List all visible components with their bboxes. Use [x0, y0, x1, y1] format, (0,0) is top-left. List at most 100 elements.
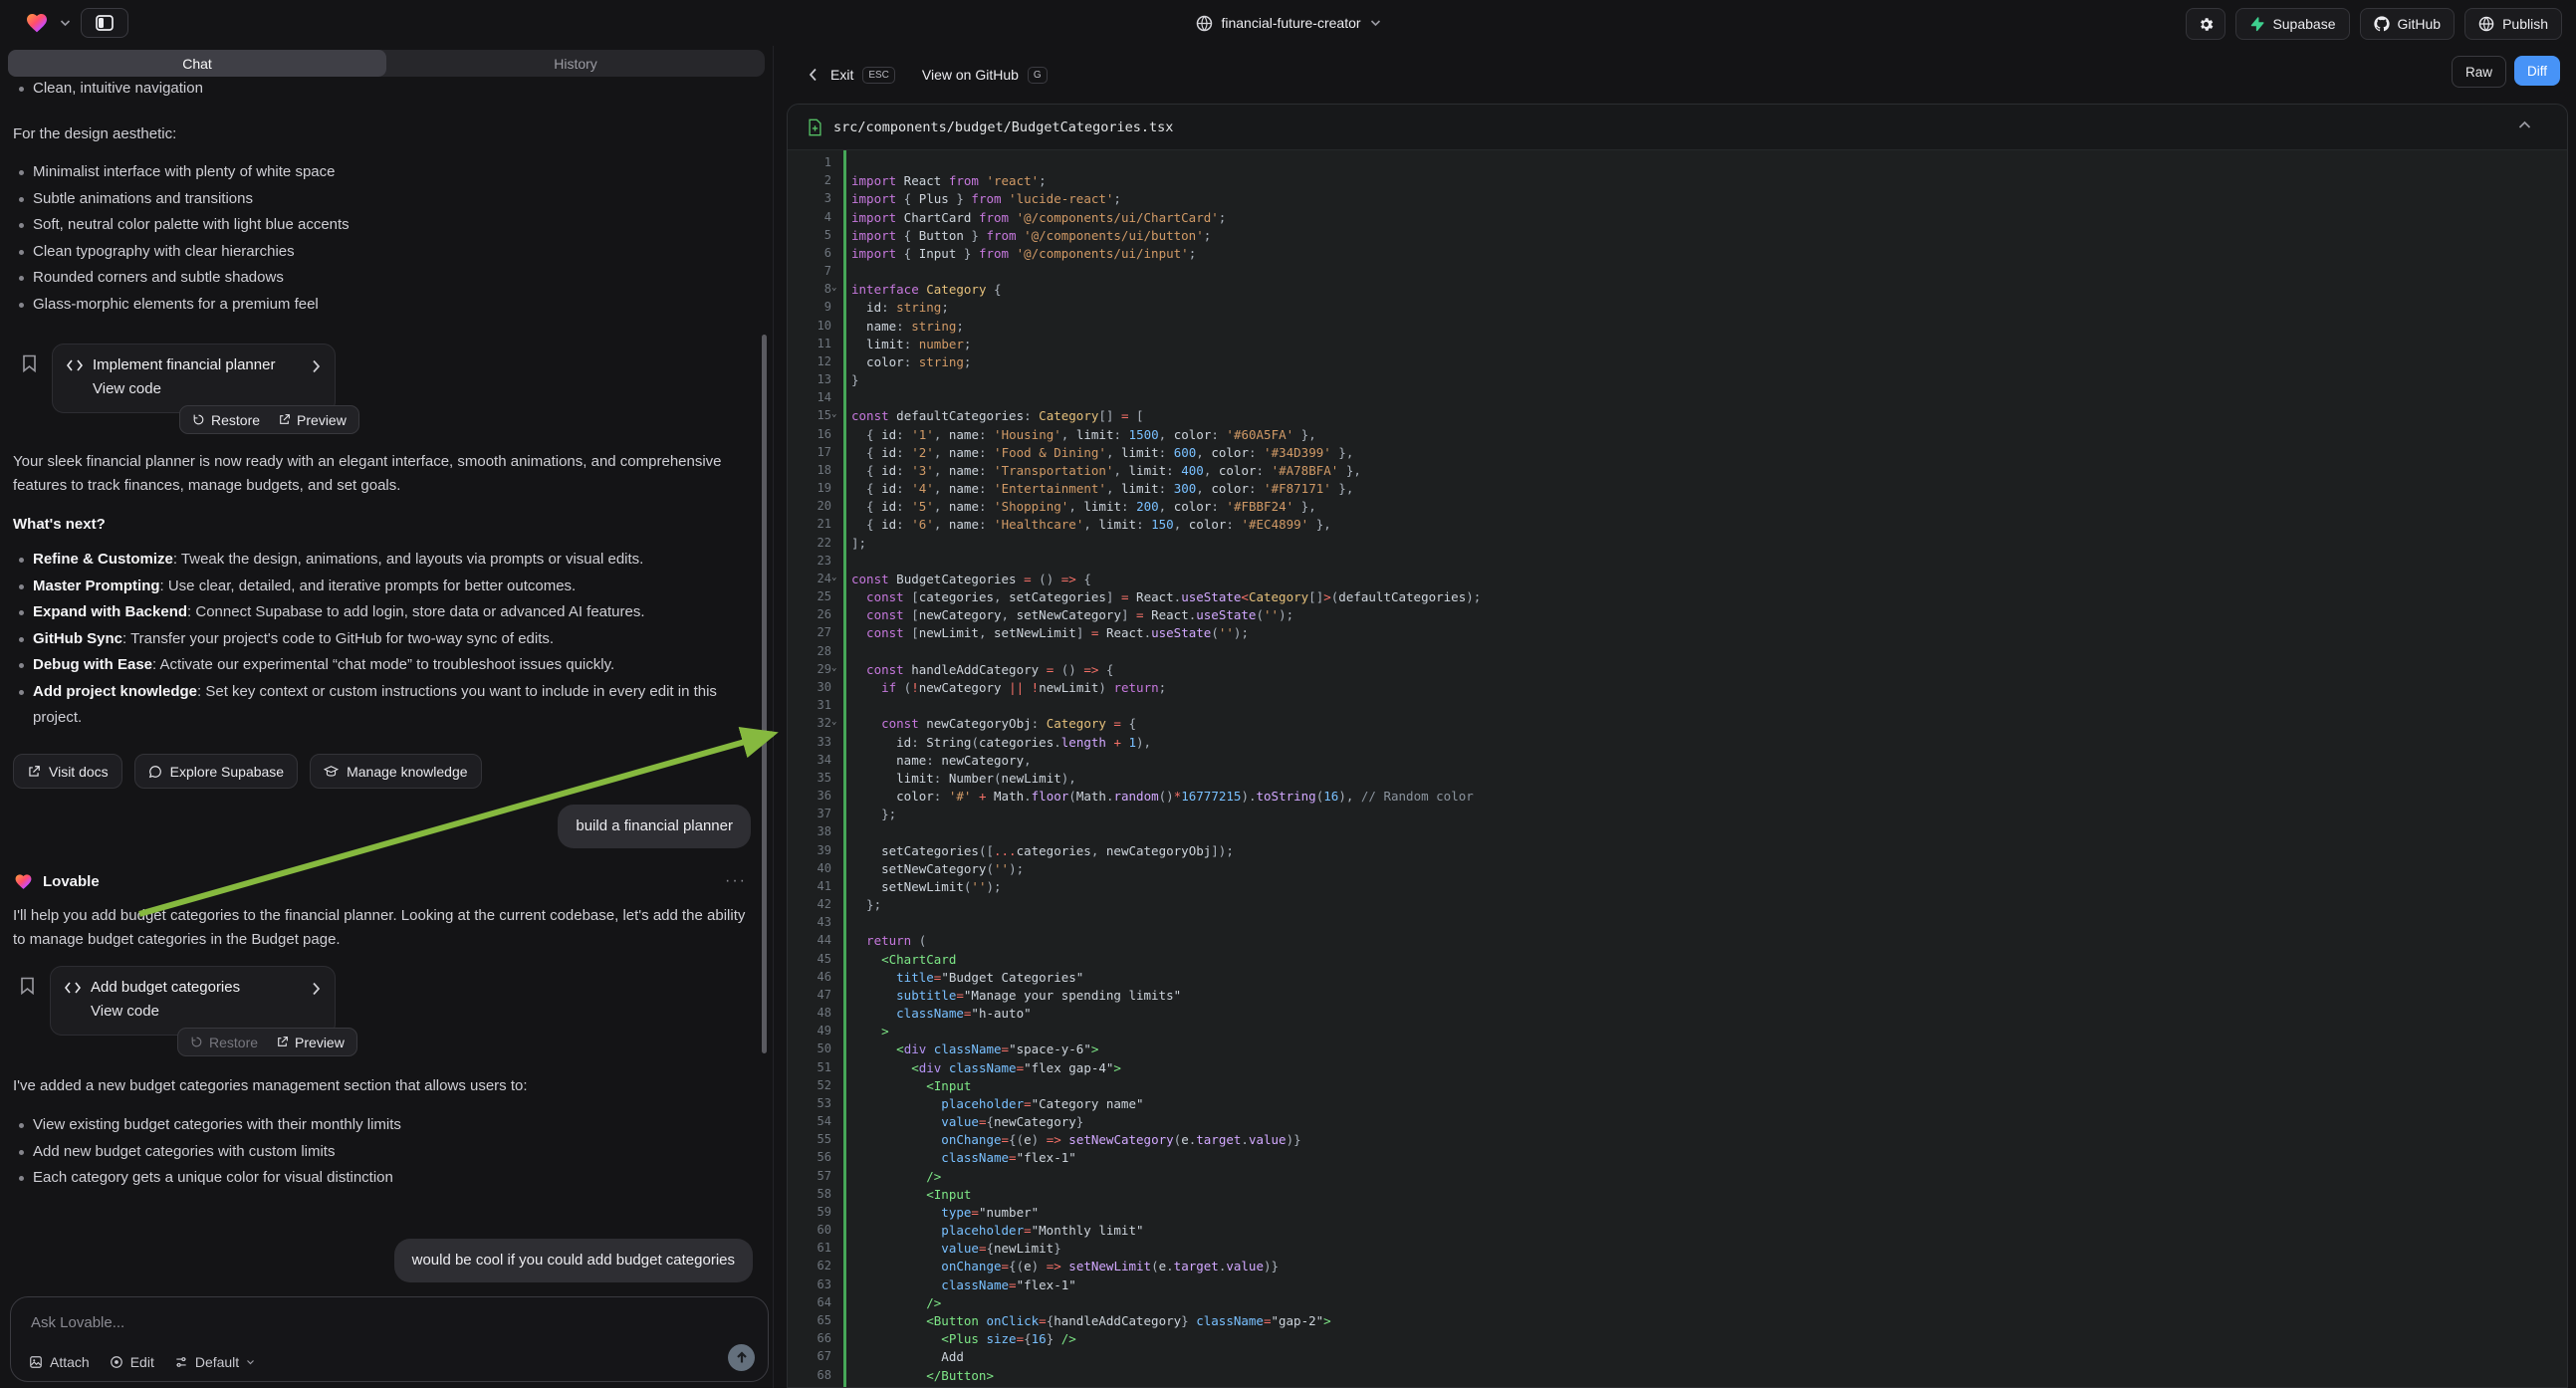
file-path: src/components/budget/BudgetCategories.t…	[833, 119, 1173, 135]
view-on-github-button[interactable]: View on GitHub G	[922, 67, 1048, 84]
code-line: 19 { id: '4', name: 'Entertainment', lim…	[788, 480, 2567, 498]
code-line: 9 id: string;	[788, 299, 2567, 317]
version-card-add-budget[interactable]: Add budget categories View code	[50, 966, 336, 1036]
fold-chevron-icon[interactable]: ⌄	[831, 573, 836, 582]
added-paragraph: I've added a new budget categories manag…	[13, 1074, 760, 1098]
code-line: 10 name: string;	[788, 318, 2567, 336]
tab-chat[interactable]: Chat	[8, 50, 386, 77]
version-card-title: Implement financial planner	[93, 356, 275, 373]
restore-icon	[192, 413, 205, 426]
added-list: View existing budget categories with the…	[13, 1112, 760, 1192]
design-list: Minimalist interface with plenty of whit…	[13, 159, 760, 318]
next-steps-list: Refine & Customize: Tweak the design, an…	[13, 547, 760, 732]
version-card-implement[interactable]: Implement financial planner View code	[52, 344, 336, 413]
code-line: 4import ChartCard from '@/components/ui/…	[788, 209, 2567, 227]
list-item: Soft, neutral color palette with light b…	[13, 212, 760, 239]
settings-button[interactable]	[2186, 8, 2225, 40]
code-line: 37 };	[788, 806, 2567, 823]
visit-docs-button[interactable]: Visit docs	[13, 754, 122, 789]
diff-toggle-button[interactable]: Diff	[2514, 56, 2560, 86]
chat-scrollbar[interactable]	[762, 335, 767, 1053]
tab-history[interactable]: History	[386, 50, 765, 77]
publish-button[interactable]: Publish	[2464, 8, 2562, 40]
fold-chevron-icon[interactable]: ⌄	[831, 717, 836, 727]
bookmark-icon[interactable]	[22, 354, 37, 372]
list-item: Each category gets a unique color for vi…	[13, 1165, 760, 1192]
code-line: 3import { Plus } from 'lucide-react';	[788, 190, 2567, 208]
github-button[interactable]: GitHub	[2360, 8, 2456, 40]
code-line: 12 color: string;	[788, 353, 2567, 371]
list-item: Debug with Ease: Activate our experiment…	[13, 652, 760, 679]
chevron-down-icon[interactable]	[60, 19, 71, 27]
code-line: 2import React from 'react';	[788, 172, 2567, 190]
list-item: View existing budget categories with the…	[13, 1112, 760, 1139]
code-line: 51 <div className="flex gap-4">	[788, 1059, 2567, 1077]
assistant-header: Lovable	[13, 872, 100, 891]
code-line: 17 { id: '2', name: 'Food & Dining', lim…	[788, 444, 2567, 462]
code-line: 13}	[788, 371, 2567, 389]
code-line: 26 const [newCategory, setNewCategory] =…	[788, 606, 2567, 624]
code-line: 6import { Input } from '@/components/ui/…	[788, 245, 2567, 263]
prompt-placeholder: Ask Lovable...	[31, 1314, 124, 1331]
arrow-up-icon	[736, 1351, 748, 1364]
code-line: 49 >	[788, 1023, 2567, 1041]
explore-supabase-button[interactable]: Explore Supabase	[134, 754, 298, 789]
code-line: 35 limit: Number(newLimit),	[788, 770, 2567, 788]
fold-chevron-icon[interactable]: ⌄	[831, 283, 836, 293]
code-line: 28	[788, 643, 2567, 661]
view-code-link[interactable]: View code	[93, 380, 335, 397]
code-line: 39 setCategories([...categories, newCate…	[788, 842, 2567, 860]
code-line: 52 <Input	[788, 1077, 2567, 1095]
more-options-icon[interactable]: ···	[725, 872, 747, 890]
code-line: 41 setNewLimit('');	[788, 878, 2567, 896]
code-line: 14	[788, 389, 2567, 407]
code-line: 59 type="number"	[788, 1204, 2567, 1222]
preview-button[interactable]: Preview	[276, 1035, 345, 1050]
chevron-up-icon[interactable]	[2518, 120, 2531, 129]
code-line: 5import { Button } from '@/components/ui…	[788, 227, 2567, 245]
code-line: 33 id: String(categories.length + 1),	[788, 734, 2567, 752]
raw-toggle-button[interactable]: Raw	[2452, 56, 2506, 88]
code-line: 56 className="flex-1"	[788, 1149, 2567, 1167]
mode-selector[interactable]: Default	[174, 1354, 255, 1370]
chevron-right-icon[interactable]	[312, 359, 321, 373]
lovable-logo-icon[interactable]	[24, 11, 50, 35]
code-line: 27 const [newLimit, setNewLimit] = React…	[788, 624, 2567, 642]
code-lines: 12import React from 'react';3import { Pl…	[788, 154, 2567, 1385]
code-icon	[65, 982, 81, 994]
code-line: 29⌄ const handleAddCategory = () => {	[788, 661, 2567, 679]
restore-preview-pill: Restore Preview	[179, 405, 359, 434]
list-item: Refine & Customize: Tweak the design, an…	[13, 547, 760, 574]
manage-knowledge-button[interactable]: Manage knowledge	[310, 754, 481, 789]
chevron-down-icon	[246, 1359, 255, 1365]
file-header[interactable]: src/components/budget/BudgetCategories.t…	[788, 105, 2567, 150]
whats-next-heading: What's next?	[13, 517, 760, 533]
bookmark-icon[interactable]	[20, 977, 35, 995]
user-message: build a financial planner	[558, 805, 751, 848]
edit-mode-button[interactable]: Edit	[110, 1354, 154, 1370]
chevron-right-icon[interactable]	[312, 982, 321, 996]
prompt-input[interactable]: Ask Lovable... Attach Edit Default	[10, 1296, 769, 1382]
code-line: 15⌄const defaultCategories: Category[] =…	[788, 407, 2567, 425]
preview-button[interactable]: Preview	[278, 412, 347, 428]
external-link-icon	[278, 413, 291, 426]
supabase-icon	[2249, 16, 2264, 32]
exit-button[interactable]: Exit ESC	[809, 67, 895, 84]
fold-chevron-icon[interactable]: ⌄	[831, 409, 836, 419]
restore-button[interactable]: Restore	[190, 1035, 258, 1050]
send-button[interactable]	[728, 1344, 755, 1371]
restore-button[interactable]: Restore	[192, 412, 260, 428]
supabase-button[interactable]: Supabase	[2235, 8, 2349, 40]
toggle-sidebar-button[interactable]	[81, 8, 128, 38]
code-line: 55 onChange={(e) => setNewCategory(e.tar…	[788, 1131, 2567, 1149]
version-card-title: Add budget categories	[91, 979, 240, 996]
code-line: 66 <Plus size={16} />	[788, 1330, 2567, 1348]
sidebar-panel-icon	[96, 15, 114, 31]
fold-chevron-icon[interactable]: ⌄	[831, 663, 836, 673]
code-line: 62 onChange={(e) => setNewLimit(e.target…	[788, 1258, 2567, 1275]
view-code-link[interactable]: View code	[91, 1003, 335, 1020]
publish-globe-icon	[2478, 16, 2494, 32]
lovable-heart-icon	[13, 872, 34, 891]
project-menu[interactable]: financial-future-creator	[1195, 0, 1380, 46]
attach-button[interactable]: Attach	[29, 1354, 90, 1370]
